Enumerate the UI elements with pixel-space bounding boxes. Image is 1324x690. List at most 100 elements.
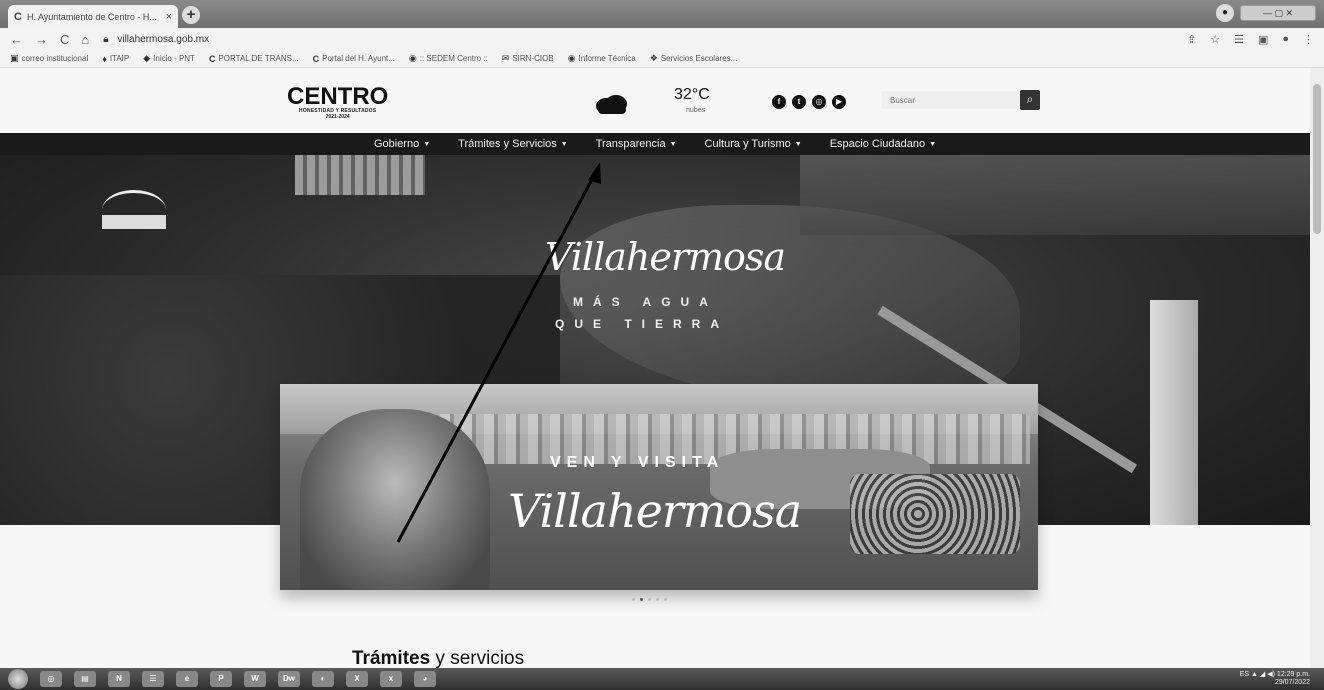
menu-icon[interactable]: ⋮: [1303, 33, 1314, 46]
reload-icon[interactable]: C: [60, 32, 69, 47]
nav-item-label: Cultura y Turismo: [704, 138, 791, 150]
bookmark-icon: ◉: [567, 53, 576, 63]
window-controls: ● — ▢ ✕: [1216, 4, 1316, 22]
search-input[interactable]: [882, 91, 1020, 109]
section-title: Trámites y servicios: [352, 648, 524, 668]
nav-item-transparencia[interactable]: Transparencia ▼: [582, 138, 691, 150]
bookmark-label: Servicios Escolares...: [660, 54, 738, 63]
bookmark-item[interactable]: ◉:: SEDEM Centro ::: [409, 53, 488, 64]
site-logo[interactable]: CENTRO HONESTIDAD Y RESULTADOS 2021-2024: [287, 83, 389, 121]
bookmark-icon: C: [312, 53, 320, 64]
taskbar-app[interactable]: X: [346, 671, 368, 687]
bookmark-item[interactable]: ◆ Inicio - PNT: [143, 53, 195, 64]
taskbar-app[interactable]: ◐: [312, 671, 334, 687]
tab-close-icon[interactable]: ×: [166, 11, 172, 23]
back-icon[interactable]: ←: [10, 32, 23, 47]
tray-time: 12:29 p.m.: [1276, 671, 1310, 678]
hero-line-2: QUE TIERRA: [555, 317, 730, 331]
logo-name: CENTRO: [287, 83, 389, 110]
nav-buttons: ← → C ⌂: [10, 32, 89, 47]
bookmark-label: ITAIP: [109, 54, 130, 63]
main-navigation: Gobierno ▼ Trámites y Servicios ▼ Transpar…: [0, 133, 1310, 155]
bookmark-label: correo institucional: [21, 54, 89, 63]
chevron-down-icon: ▼: [794, 140, 802, 148]
facebook-icon[interactable]: f: [772, 95, 786, 109]
bookmark-label: Informe Técnica: [578, 54, 636, 63]
window-buttons[interactable]: — ▢ ✕: [1240, 5, 1316, 21]
banner-jaguar-sculpture: [850, 474, 1020, 554]
chevron-down-icon: ▼: [423, 140, 431, 148]
taskbar-app[interactable]: Dw: [278, 671, 300, 687]
home-icon[interactable]: ⌂: [81, 32, 89, 47]
system-tray[interactable]: ES ▲ ◢ ◀) 12:29 p.m. 29/07/2022: [1240, 671, 1310, 687]
carousel-dot[interactable]: [632, 598, 635, 601]
banner-script-title: Villahermosa: [508, 484, 802, 538]
bookmark-item[interactable]: ◉ Informe Técnica: [568, 53, 636, 64]
account-icon[interactable]: ●: [1282, 33, 1289, 46]
taskbar-app[interactable]: x: [380, 671, 402, 687]
lock-icon: 🔒︎: [103, 33, 109, 45]
carousel-dot[interactable]: [656, 598, 659, 601]
reading-list-icon[interactable]: ☰: [1234, 33, 1244, 46]
site-favicon-icon: C: [14, 10, 22, 23]
youtube-icon[interactable]: ▶: [832, 95, 846, 109]
network-icon: ▲ ◢ ◀): [1251, 671, 1277, 678]
cloud-icon: [596, 95, 627, 114]
weather-description: nubes: [686, 107, 706, 114]
taskbar-app[interactable]: ◎: [40, 671, 62, 687]
browser-tabbar: C H. Ayuntamiento de Centro - H... × + ●…: [0, 0, 1324, 28]
bookmark-icon: C: [208, 53, 216, 64]
page-scrollbar[interactable]: [1310, 68, 1324, 668]
bookmark-item[interactable]: ♦ ITAIP: [102, 54, 129, 64]
carousel-dot[interactable]: [648, 598, 651, 601]
share-icon[interactable]: ⇪: [1187, 33, 1196, 46]
bookmark-label: Inicio - PNT: [153, 54, 195, 63]
taskbar-app[interactable]: ◕: [414, 671, 436, 687]
taskbar-app[interactable]: ☰: [142, 671, 164, 687]
sidepanel-icon[interactable]: ▣: [1258, 33, 1268, 46]
twitter-icon[interactable]: t: [792, 95, 806, 109]
carousel-dot[interactable]: [640, 598, 643, 601]
os-taskbar: ◎ ▤ N ☰ e P W Dw ◐ X x ◕ ES ▲ ◢ ◀) 12:29…: [0, 668, 1324, 690]
bookmark-item[interactable]: C Portal del H. Ayunt...: [313, 54, 395, 64]
hero-script-title: Villahermosa: [545, 235, 786, 279]
taskbar-app[interactable]: e: [176, 671, 198, 687]
hero-buildings: [295, 155, 425, 195]
carousel-dot[interactable]: [664, 598, 667, 601]
scrollbar-thumb[interactable]: [1313, 84, 1321, 234]
bookmark-icon: ◆: [143, 53, 151, 63]
nav-item-espacio[interactable]: Espacio Ciudadano ▼: [816, 138, 950, 150]
instagram-icon[interactable]: ◎: [812, 95, 826, 109]
start-button[interactable]: [8, 669, 28, 689]
bookmark-label: PORTAL DE TRANS...: [218, 54, 299, 63]
web-page: CENTRO HONESTIDAD Y RESULTADOS 2021-2024…: [0, 68, 1324, 668]
promo-banner[interactable]: VEN Y VISITA Villahermosa: [280, 384, 1038, 590]
bookmark-icon: ♦: [102, 53, 107, 64]
bookmark-label: SIRN-CIOB: [512, 54, 554, 63]
taskbar-app[interactable]: P: [210, 671, 232, 687]
chevron-down-icon: ▼: [929, 140, 937, 148]
section-title-bold: Trámites: [352, 648, 431, 668]
chevron-down-icon: ▼: [560, 140, 568, 148]
search-icon[interactable]: ⌕: [1020, 90, 1040, 110]
forward-icon[interactable]: →: [35, 32, 48, 47]
browser-tab[interactable]: C H. Ayuntamiento de Centro - H... ×: [8, 5, 178, 28]
bookmark-item[interactable]: ✉ SIRN-CIOB: [502, 53, 554, 64]
section-title-rest: y servicios: [430, 648, 525, 668]
hero-city: [800, 155, 1310, 235]
tray-date: 29/07/2022: [1274, 679, 1310, 686]
star-icon[interactable]: ☆: [1210, 33, 1220, 46]
bookmark-item[interactable]: ❖ Servicios Escolares...: [650, 53, 738, 64]
bookmark-item[interactable]: C PORTAL DE TRANS...: [209, 54, 299, 64]
taskbar-app[interactable]: ▤: [74, 671, 96, 687]
nav-item-cultura[interactable]: Cultura y Turismo ▼: [691, 138, 816, 150]
bookmark-item[interactable]: ▣ correo institucional: [10, 53, 88, 64]
taskbar-app[interactable]: N: [108, 671, 130, 687]
taskbar-app[interactable]: W: [244, 671, 266, 687]
nav-item-tramites[interactable]: Trámites y Servicios ▼: [444, 138, 582, 150]
profile-icon[interactable]: ●: [1216, 4, 1234, 22]
url-field[interactable]: 🔒︎ villahermosa.gob.mx: [103, 34, 1187, 45]
nav-item-gobierno[interactable]: Gobierno ▼: [360, 138, 444, 150]
nav-item-label: Gobierno: [373, 138, 420, 150]
new-tab-button[interactable]: +: [182, 6, 200, 24]
